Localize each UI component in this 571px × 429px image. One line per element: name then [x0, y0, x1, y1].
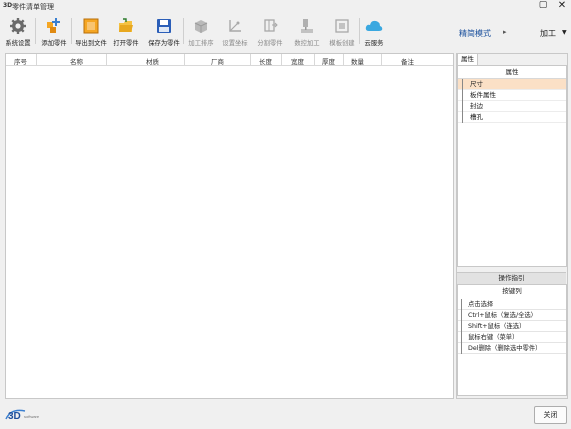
save-as-part-button[interactable]: 保存为零件: [148, 17, 180, 47]
cloud-service-button[interactable]: 云服务: [362, 17, 386, 47]
guide-row: Ctrl+鼠标（复选/全选）: [458, 310, 566, 321]
guide-row: Del删除（删除选中零件）: [458, 343, 566, 354]
close-button[interactable]: 关闭: [534, 406, 567, 424]
parts-table[interactable]: 序号 名称 材质 厂商 长度 宽度 厚度 数量 备注: [5, 53, 454, 399]
column-header[interactable]: 数量: [351, 56, 364, 66]
minimize-button[interactable]: ▢: [536, 0, 550, 12]
column-divider[interactable]: [36, 54, 37, 65]
cnc-icon: [301, 19, 313, 33]
tab-properties[interactable]: 属性: [457, 53, 478, 65]
set-coordinate-button[interactable]: 设置坐标: [221, 17, 249, 47]
column-header[interactable]: 序号: [14, 56, 27, 66]
attribute-row-size[interactable]: 尺寸: [458, 79, 566, 90]
simple-mode-link[interactable]: 精简模式: [459, 28, 491, 39]
table-header: 序号 名称 材质 厂商 长度 宽度 厚度 数量 备注: [6, 54, 453, 66]
column-divider[interactable]: [381, 54, 382, 65]
column-divider[interactable]: [250, 54, 251, 65]
guide-list: 按键列 点击选择 Ctrl+鼠标（复选/全选） Shift+鼠标（连选） 鼠标右…: [457, 284, 567, 396]
template-icon: [335, 19, 349, 33]
save-icon: [157, 19, 171, 33]
column-header[interactable]: 名称: [70, 56, 83, 66]
process-dropdown[interactable]: 加工: [540, 28, 556, 39]
column-header[interactable]: 厚度: [322, 56, 335, 66]
chevron-down-icon[interactable]: ▼: [562, 29, 567, 36]
process-order-button[interactable]: 加工排序: [187, 17, 215, 47]
title-bar: 3D 零件清单管理 ▢ ✕: [0, 0, 571, 13]
attribute-row-slot[interactable]: 槽孔: [458, 112, 566, 123]
cnc-machining-button[interactable]: 数控加工: [293, 17, 321, 47]
column-divider[interactable]: [106, 54, 107, 65]
coordinate-icon: [229, 20, 241, 32]
logo-mark: 3D software: [5, 409, 40, 422]
column-header[interactable]: 厂商: [211, 56, 224, 66]
add-part-button[interactable]: 添加零件: [40, 17, 68, 47]
app-icon: 3D: [3, 2, 13, 9]
mode-menu-icon[interactable]: ▸: [503, 28, 507, 36]
add-part-icon: [47, 18, 60, 33]
svg-text:software: software: [24, 414, 40, 419]
window-title: 零件清单管理: [12, 3, 54, 11]
company-logo: 3D software: [5, 407, 65, 422]
column-header[interactable]: 备注: [401, 56, 414, 66]
attribute-row-edge[interactable]: 封边: [458, 101, 566, 112]
attribute-header: 属性: [458, 66, 566, 79]
system-settings-button[interactable]: 系统设置: [4, 17, 32, 47]
open-part-button[interactable]: 打开零件: [112, 17, 140, 47]
template-create-button[interactable]: 模板创建: [328, 17, 356, 47]
split-icon: [264, 19, 278, 32]
column-divider[interactable]: [314, 54, 315, 65]
export-box-icon: [83, 18, 99, 34]
process-order-icon: [194, 20, 208, 33]
open-folder-icon: [119, 18, 133, 32]
column-divider[interactable]: [184, 54, 185, 65]
column-divider[interactable]: [343, 54, 344, 65]
export-to-file-button[interactable]: 导出到文件: [75, 17, 107, 47]
column-divider[interactable]: [281, 54, 282, 65]
guide-row: Shift+鼠标（连选）: [458, 321, 566, 332]
split-part-button[interactable]: 分割零件: [256, 17, 284, 47]
column-header[interactable]: 长度: [259, 56, 272, 66]
guide-row: 鼠标右键（菜单）: [458, 332, 566, 343]
attribute-row-board[interactable]: 板件属性: [458, 90, 566, 101]
column-header[interactable]: 宽度: [291, 56, 304, 66]
column-header[interactable]: 材质: [146, 56, 159, 66]
gear-icon: [10, 18, 26, 34]
close-window-button[interactable]: ✕: [555, 0, 569, 12]
cloud-icon: [365, 20, 383, 31]
attribute-list[interactable]: 属性 尺寸 板件属性 封边 槽孔: [457, 65, 567, 267]
guide-subheader: 按键列: [502, 287, 522, 295]
svg-text:3D: 3D: [8, 411, 21, 421]
guide-row: 点击选择: [458, 299, 566, 310]
